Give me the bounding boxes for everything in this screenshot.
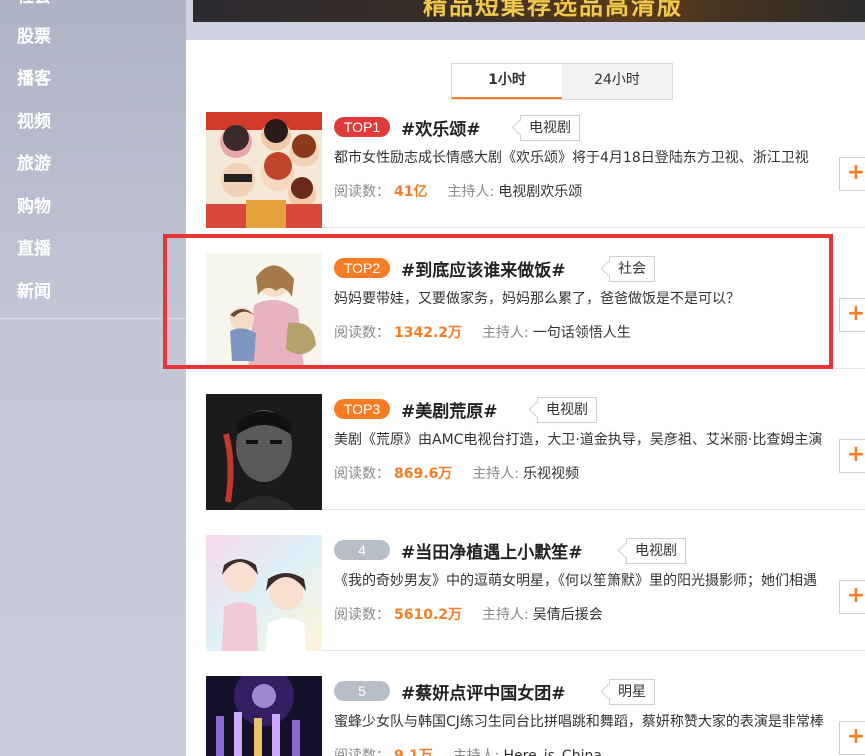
topic-thumbnail[interactable]	[206, 112, 322, 228]
reads-count: 41亿	[394, 184, 428, 200]
topic-thumbnail[interactable]	[206, 535, 322, 651]
host-name[interactable]: 电视剧欢乐颂	[498, 184, 582, 200]
topic-meta: 阅读数： 41亿 主持人: 电视剧欢乐颂	[334, 182, 582, 202]
reads-count: 869.6万	[394, 466, 453, 482]
add-button[interactable]: +	[839, 721, 865, 755]
topic-thumbnail[interactable]	[206, 676, 322, 756]
top-banner[interactable]: 精品短集荐选品高清版	[193, 0, 865, 22]
rank-badge: 5	[334, 681, 390, 701]
category-tag[interactable]: 明星	[609, 679, 655, 705]
host-name[interactable]: 吴倩后援会	[533, 607, 603, 623]
rank-badge: 4	[334, 540, 390, 560]
add-button[interactable]: +	[839, 298, 865, 332]
category-tag[interactable]: 电视剧	[626, 538, 686, 564]
sidebar: 社会 股票 播客 视频 旅游 购物 直播 新闻	[0, 0, 186, 756]
host-label: 主持人:	[447, 184, 495, 200]
topic-description: 《我的奇妙男友》中的逗萌女明星，《何以笙箫默》里的阳光摄影师；她们相遇	[334, 573, 817, 589]
reads-label: 阅读数：	[334, 466, 390, 482]
reads-label: 阅读数：	[334, 184, 390, 200]
topic-meta: 阅读数： 869.6万 主持人: 乐视视频	[334, 464, 579, 484]
tab-1-hour[interactable]: 1小时	[452, 64, 562, 99]
topic-title[interactable]: #欢乐颂#	[401, 115, 481, 140]
reads-label: 阅读数：	[334, 748, 390, 756]
highlight-box	[163, 234, 833, 369]
sidebar-item-podcast[interactable]: 播客	[17, 68, 51, 90]
sidebar-divider	[0, 318, 186, 319]
add-button[interactable]: +	[839, 157, 865, 191]
category-tag[interactable]: 电视剧	[520, 115, 580, 141]
sidebar-item-society[interactable]: 社会	[17, 0, 51, 8]
topic-item: TOP3 #美剧荒原# 电视剧 美剧《荒原》由AMC电视台打造，大卫·道金执导，…	[206, 394, 865, 510]
host-label: 主持人:	[472, 466, 520, 482]
host-label: 主持人:	[452, 748, 500, 756]
topic-title[interactable]: #蔡妍点评中国女团#	[401, 679, 566, 704]
topic-meta: 阅读数： 5610.2万 主持人: 吴倩后援会	[334, 605, 603, 625]
topic-description: 蜜蜂少女队与韩国CJ练习生同台比拼唱跳和舞蹈，蔡妍称赞大家的表演是非常棒	[334, 714, 824, 730]
topic-item: TOP1 #欢乐颂# 电视剧 都市女性励志成长情感大剧《欢乐颂》将于4月18日登…	[206, 112, 865, 228]
topic-description: 美剧《荒原》由AMC电视台打造，大卫·道金执导，吴彦祖、艾米丽·比查姆主演	[334, 432, 823, 448]
topic-item: 5 #蔡妍点评中国女团# 明星 蜜蜂少女队与韩国CJ练习生同台比拼唱跳和舞蹈，蔡…	[206, 676, 865, 756]
topic-thumbnail[interactable]	[206, 394, 322, 510]
reads-count: 5610.2万	[394, 607, 463, 623]
topic-title[interactable]: #美剧荒原#	[401, 397, 498, 422]
sidebar-item-live[interactable]: 直播	[17, 238, 51, 260]
rank-badge: TOP1	[334, 117, 390, 137]
time-range-tabs: 1小时 24小时	[451, 63, 673, 100]
topic-title[interactable]: #当田净植遇上小默笙#	[401, 538, 583, 563]
topic-meta: 阅读数： 9.1万 主持人: Here_is_China	[334, 746, 602, 756]
host-name[interactable]: Here_is_China	[504, 748, 602, 756]
tab-24-hours[interactable]: 24小时	[562, 64, 672, 99]
reads-label: 阅读数：	[334, 607, 390, 623]
sidebar-item-video[interactable]: 视频	[17, 111, 51, 133]
hot-topic-panel: 1小时 24小时 TOP1 #欢乐颂# 电视剧 都市女性励志成长情感大剧《欢乐颂…	[186, 40, 865, 756]
host-label: 主持人:	[482, 607, 529, 623]
topic-item: 4 #当田净植遇上小默笙# 电视剧 《我的奇妙男友》中的逗萌女明星，《何以笙箫默…	[206, 535, 865, 651]
category-tag[interactable]: 电视剧	[537, 397, 597, 423]
reads-count: 9.1万	[394, 748, 433, 756]
rank-badge: TOP3	[334, 399, 390, 419]
topic-description: 都市女性励志成长情感大剧《欢乐颂》将于4月18日登陆东方卫视、浙江卫视	[334, 150, 809, 166]
sidebar-item-travel[interactable]: 旅游	[17, 153, 51, 175]
banner-text: 精品短集荐选品高清版	[423, 0, 683, 20]
add-button[interactable]: +	[839, 439, 865, 473]
sidebar-item-stocks[interactable]: 股票	[17, 26, 51, 48]
add-button[interactable]: +	[839, 580, 865, 614]
sidebar-item-shopping[interactable]: 购物	[17, 196, 51, 218]
sidebar-item-news[interactable]: 新闻	[17, 281, 51, 303]
host-name[interactable]: 乐视视频	[523, 466, 579, 482]
